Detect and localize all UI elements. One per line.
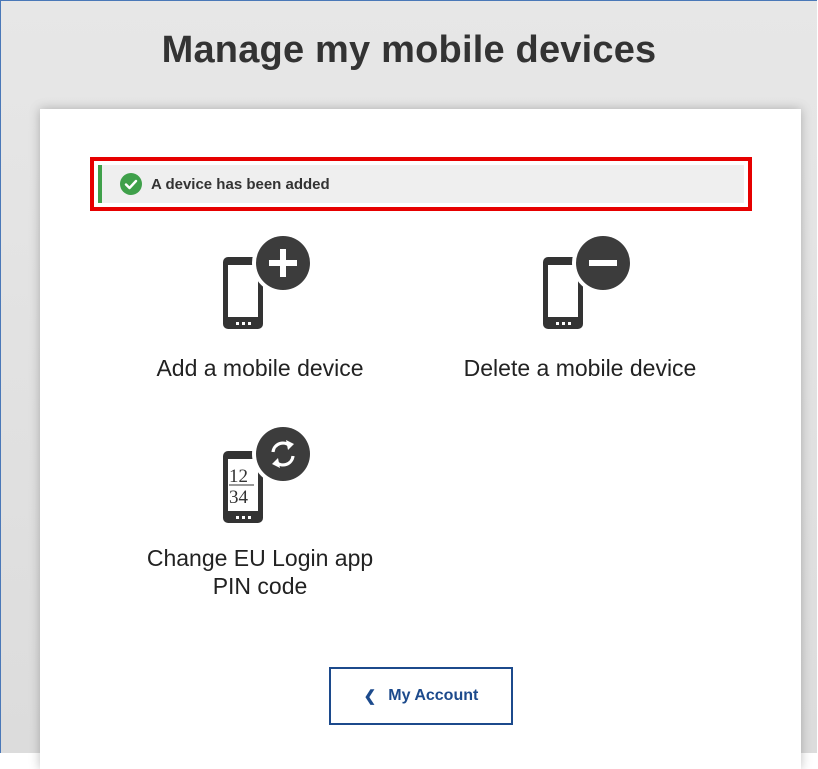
phone-add-icon	[223, 232, 310, 329]
change-pin-label-line1: Change EU Login app	[146, 545, 374, 571]
success-alert: A device has been added	[98, 165, 744, 203]
page-background: Manage my mobile devices A device has be…	[0, 0, 817, 769]
alert-highlight-box: A device has been added	[90, 157, 752, 211]
chevron-left-icon: ❮	[363, 688, 377, 705]
my-account-button[interactable]: ❮ My Account	[329, 667, 513, 725]
page-title: Manage my mobile devices	[161, 29, 657, 71]
alert-message: A device has been added	[151, 175, 330, 193]
add-device-option[interactable]: Add a mobile device	[130, 229, 390, 382]
add-device-label: Add a mobile device	[156, 355, 364, 381]
pin-digits-top: 12	[229, 466, 248, 487]
pin-digits-bottom: 34	[229, 487, 249, 508]
delete-device-option[interactable]: Delete a mobile device	[440, 229, 720, 382]
change-pin-label-line2: PIN code	[212, 573, 308, 599]
check-circle-icon	[120, 173, 142, 195]
change-pin-label: Change EU Login app PIN code	[115, 544, 405, 600]
phone-remove-icon	[543, 232, 630, 329]
change-pin-option[interactable]: 12 34 Change EU Login app PIN code	[115, 421, 405, 600]
phone-pin-refresh-icon: 12 34	[223, 423, 310, 523]
my-account-label: My Account	[388, 687, 479, 704]
content-card: A device has been added Add a mobile dev…	[40, 109, 801, 769]
delete-device-label: Delete a mobile device	[463, 355, 697, 381]
